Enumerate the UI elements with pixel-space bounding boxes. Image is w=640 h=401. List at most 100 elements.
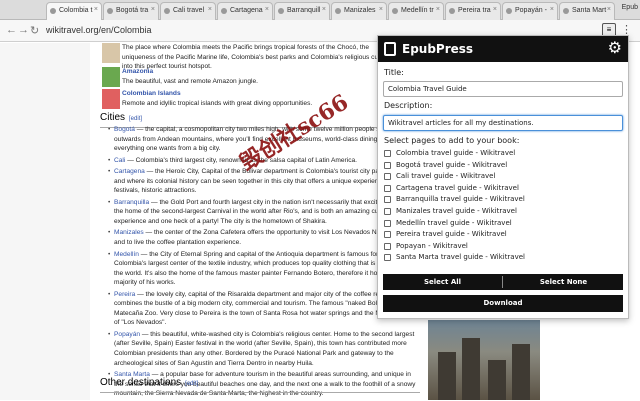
favicon-icon (563, 8, 569, 14)
pages-label: Select pages to add to your book: (384, 136, 520, 145)
checkbox[interactable] (384, 150, 391, 157)
edit-link[interactable]: [edit] (185, 381, 198, 387)
page-item[interactable]: Santa Marta travel guide - Wikitravel (383, 253, 623, 265)
region-color-swatch (102, 67, 120, 87)
page-item[interactable]: Pereira travel guide - Wikitravel (383, 230, 623, 242)
tab-medellin[interactable]: Medellín tr × (388, 2, 444, 20)
city-link[interactable]: Medellín (114, 251, 139, 258)
description-input[interactable]: Wikitravel articles for all my destinati… (383, 115, 623, 131)
tab-colombia[interactable]: Colombia t × (46, 2, 102, 20)
page-item[interactable]: Popayan - Wikitravel (383, 242, 623, 254)
favicon-icon (107, 8, 113, 14)
popup-header: EpubPress ⚙ (378, 36, 628, 62)
checkbox[interactable] (384, 161, 391, 169)
description-label: Description: (384, 101, 433, 110)
page-item[interactable]: Medellín travel guide - Wikitravel (383, 219, 623, 231)
reload-icon[interactable]: ↻ (30, 24, 39, 37)
other-destinations-heading: Other destinations [edit] (100, 376, 420, 393)
tab-bogota[interactable]: Bogotá tra × (103, 2, 159, 20)
city-link[interactable]: Cartagena (114, 168, 145, 175)
app-title: EpubPress (402, 42, 474, 56)
selection-buttons: Select All Select None (383, 274, 623, 290)
close-tab-icon[interactable]: × (322, 6, 326, 13)
photo-building (438, 352, 456, 400)
favicon-icon (278, 8, 284, 14)
favicon-icon (335, 8, 341, 14)
photo-building (488, 360, 506, 400)
city-link[interactable]: Manizales (114, 229, 144, 236)
favicon-icon (392, 8, 398, 14)
checkbox[interactable] (384, 242, 391, 250)
photo-building (512, 344, 530, 400)
city-link[interactable]: Bogotá (114, 126, 135, 133)
pages-list: Colombia travel guide - Wikitravel Bogot… (383, 149, 623, 265)
select-all-button[interactable]: Select All (383, 274, 502, 290)
url-field[interactable]: wikitravel.org/en/Colombia (46, 25, 152, 35)
photo-building (462, 338, 480, 400)
city-link[interactable]: Barranquilla (114, 199, 149, 206)
checkbox[interactable] (384, 207, 391, 215)
favicon-icon (221, 8, 227, 14)
close-tab-icon[interactable]: × (151, 6, 155, 13)
favicon-icon (506, 8, 512, 14)
checkbox[interactable] (384, 231, 391, 239)
region-name[interactable]: Amazonia (122, 68, 153, 75)
select-none-button[interactable]: Select None (504, 274, 623, 290)
page-item[interactable]: Colombia travel guide - Wikitravel (383, 149, 623, 161)
tab-cali[interactable]: Cali travel × (160, 2, 216, 20)
favicon-icon (449, 8, 455, 14)
list-item: Cartagena — the Heroic City, Capital of … (108, 167, 420, 196)
left-sidebar (0, 43, 90, 400)
tab-popayan[interactable]: Popayán - × (502, 2, 558, 20)
city-link[interactable]: Pereira (114, 291, 135, 298)
checkbox[interactable] (384, 219, 391, 227)
region-name[interactable]: Colombian Islands (122, 90, 181, 97)
close-tab-icon[interactable]: × (436, 6, 440, 13)
book-icon (384, 42, 396, 56)
checkbox[interactable] (384, 196, 391, 204)
page-item[interactable]: Bogotá travel guide - Wikitravel (383, 161, 623, 173)
region-text: Remote and idyllic tropical islands with… (122, 99, 313, 107)
profile-label[interactable]: Epub (622, 4, 638, 11)
list-item: Medellín — the City of Eternal Spring an… (108, 250, 420, 288)
close-tab-icon[interactable]: × (607, 6, 611, 13)
close-tab-icon[interactable]: × (208, 6, 212, 13)
forward-icon[interactable]: → (18, 24, 29, 36)
city-link[interactable]: Popayán (114, 331, 140, 338)
download-button[interactable]: Download (383, 295, 623, 312)
checkbox[interactable] (384, 184, 391, 192)
close-tab-icon[interactable]: × (493, 6, 497, 13)
tab-barranquilla[interactable]: Barranquill × (274, 2, 330, 20)
page-item[interactable]: Cartagena travel guide - Wikitravel (383, 184, 623, 196)
checkbox[interactable] (384, 173, 391, 181)
gear-icon[interactable]: ⚙ (608, 38, 622, 58)
list-item: Barranquilla — the Gold Port and fourth … (108, 198, 420, 227)
close-tab-icon[interactable]: × (550, 6, 554, 13)
page-item[interactable]: Manizales travel guide - Wikitravel (383, 207, 623, 219)
back-icon[interactable]: ← (6, 24, 17, 36)
button-divider (502, 276, 503, 288)
close-tab-icon[interactable]: × (94, 6, 98, 13)
page-item[interactable]: Cali travel guide - Wikitravel (383, 172, 623, 184)
list-item: Pereira — the lovely city, capital of th… (108, 290, 420, 328)
checkbox[interactable] (384, 254, 391, 262)
tab-strip: Colombia t × Bogotá tra × Cali travel × Car… (0, 0, 640, 20)
title-input[interactable]: Colombia Travel Guide (383, 81, 623, 97)
tab-manizales[interactable]: Manizales × (331, 2, 387, 20)
list-item: Popayán — this beautiful, white-washed c… (108, 330, 420, 368)
tab-cartagena[interactable]: Cartagena × (217, 2, 273, 20)
close-tab-icon[interactable]: × (379, 6, 383, 13)
favicon-icon (164, 8, 170, 14)
tab-santa-marta[interactable]: Santa Mart × (559, 2, 615, 20)
region-text: The beautiful, vast and remote Amazon ju… (122, 77, 258, 85)
close-tab-icon[interactable]: × (265, 6, 269, 13)
city-photo (428, 320, 540, 400)
favicon-icon (50, 8, 56, 14)
edit-link[interactable]: [edit] (129, 116, 142, 122)
region-color-swatch (102, 43, 120, 63)
tab-pereira[interactable]: Pereira tra × (445, 2, 501, 20)
city-link[interactable]: Cali (114, 157, 125, 164)
page-item[interactable]: Barranquilla travel guide - Wikitravel (383, 195, 623, 207)
epubpress-popup: EpubPress ⚙ Title: Colombia Travel Guide… (377, 35, 629, 319)
list-item: Manizales — the center of the Zona Cafet… (108, 228, 420, 247)
